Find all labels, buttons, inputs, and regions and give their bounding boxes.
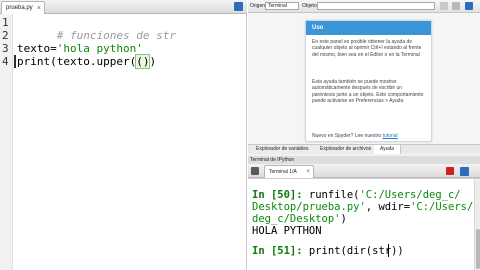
console-scrollbar[interactable] — [474, 179, 480, 270]
options-menu-icon[interactable] — [465, 2, 473, 10]
tab-file-explorer[interactable]: Explorador de archivos — [314, 145, 379, 154]
line-number: 2 — [2, 29, 9, 42]
help-toolbar: Origen Terminal Objeto — [248, 0, 480, 13]
matched-paren: () — [135, 54, 151, 69]
line-number-gutter: 1 2 3 4 — [0, 14, 13, 270]
usage-paragraph: En este panel es posible obtener la ayud… — [312, 39, 422, 58]
console-string: deg_c/Desktop' — [252, 213, 341, 225]
terminal-icon — [251, 167, 259, 175]
ipython-console[interactable]: In [50]: runfile('C:/Users/deg_c/ Deskto… — [248, 178, 480, 270]
code-line-4: print(texto.upper(()) — [17, 54, 157, 69]
lock-icon[interactable] — [440, 2, 448, 10]
settings-icon[interactable] — [452, 2, 460, 10]
origin-label: Origen — [250, 3, 266, 9]
code-text: ) — [149, 55, 157, 68]
pane-tab-bar: Explorador de variables Explorador de ar… — [248, 144, 480, 154]
origin-value: Terminal — [268, 3, 287, 9]
console-string: 'C:/Users/deg_c/ — [359, 189, 461, 201]
code-string: 'hola python' — [56, 42, 143, 55]
console-pane-title: Terminal de IPython — [248, 156, 480, 164]
console-line: In [51]: print(dir(str)) — [252, 245, 404, 257]
console-code: , wdir= — [365, 201, 411, 213]
options-menu-icon[interactable] — [234, 2, 243, 11]
usage-paragraph: Esta ayuda también se puede mostrar auto… — [312, 79, 424, 105]
console-line: In [50]: runfile('C:/Users/deg_c/ — [252, 189, 461, 201]
right-panel: Origen Terminal Objeto Uso En este panel… — [248, 0, 480, 270]
code-text: print(texto.upper( — [17, 55, 137, 68]
console-string: 'C:/Users/ — [410, 201, 474, 213]
text-cursor — [388, 244, 389, 257]
stop-icon[interactable] — [446, 167, 454, 175]
console-tab-bar: Terminal 1/A × — [248, 164, 480, 178]
object-input[interactable] — [317, 2, 435, 10]
line-number: 4 — [2, 55, 9, 68]
usage-card: Uso En este panel es posible obtener la … — [305, 20, 432, 142]
line-number: 3 — [2, 42, 9, 55]
console-prompt: In [50]: — [252, 189, 309, 201]
code-editor[interactable]: 1 2 3 4 # funciones de str texto='hola p… — [0, 14, 247, 270]
scrollbar-thumb[interactable] — [476, 229, 480, 269]
console-output: HOLA PYTHON — [252, 225, 322, 237]
code-line-3: texto='hola python' — [17, 42, 143, 55]
usage-card-title: Uso — [306, 21, 431, 35]
footer-text: Nuevo en Spyder? Lee nuestro — [312, 133, 382, 139]
object-label: Objeto — [302, 3, 317, 9]
editor-tab-bar: prueba.py × — [0, 0, 247, 14]
console-tab-label: Terminal 1/A — [269, 169, 297, 175]
options-menu-icon[interactable] — [460, 167, 469, 176]
code-text: texto= — [17, 42, 57, 55]
help-viewer: Uso En este panel es posible obtener la … — [248, 13, 480, 144]
tutorial-link[interactable]: tutorial — [383, 133, 398, 139]
console-code: runfile( — [308, 189, 360, 201]
usage-footer: Nuevo en Spyder? Lee nuestro tutorial — [312, 133, 398, 139]
editor-tab-prueba[interactable]: prueba.py × — [1, 1, 45, 14]
console-line: deg_c/Desktop') — [252, 213, 347, 225]
console-tab[interactable]: Terminal 1/A × — [264, 165, 314, 178]
tab-variable-explorer[interactable]: Explorador de variables — [250, 145, 316, 154]
console-line: Desktop/prueba.py', wdir='C:/Users/ — [252, 201, 473, 213]
line-number: 1 — [2, 16, 9, 29]
console-string: Desktop/prueba.py' — [252, 201, 366, 213]
tab-help[interactable]: Ayuda — [374, 145, 402, 154]
current-line-marker — [14, 55, 16, 68]
editor-tab-label: prueba.py — [6, 5, 33, 11]
console-prompt: In [51]: — [252, 245, 309, 257]
console-code: ) — [340, 213, 347, 225]
code-comment: # funciones de str — [56, 29, 176, 42]
origin-select[interactable]: Terminal — [265, 2, 299, 10]
editor-pane: prueba.py × 1 2 3 4 # funciones de str t… — [0, 0, 247, 270]
console-code: print(dir(str)) — [308, 245, 404, 257]
